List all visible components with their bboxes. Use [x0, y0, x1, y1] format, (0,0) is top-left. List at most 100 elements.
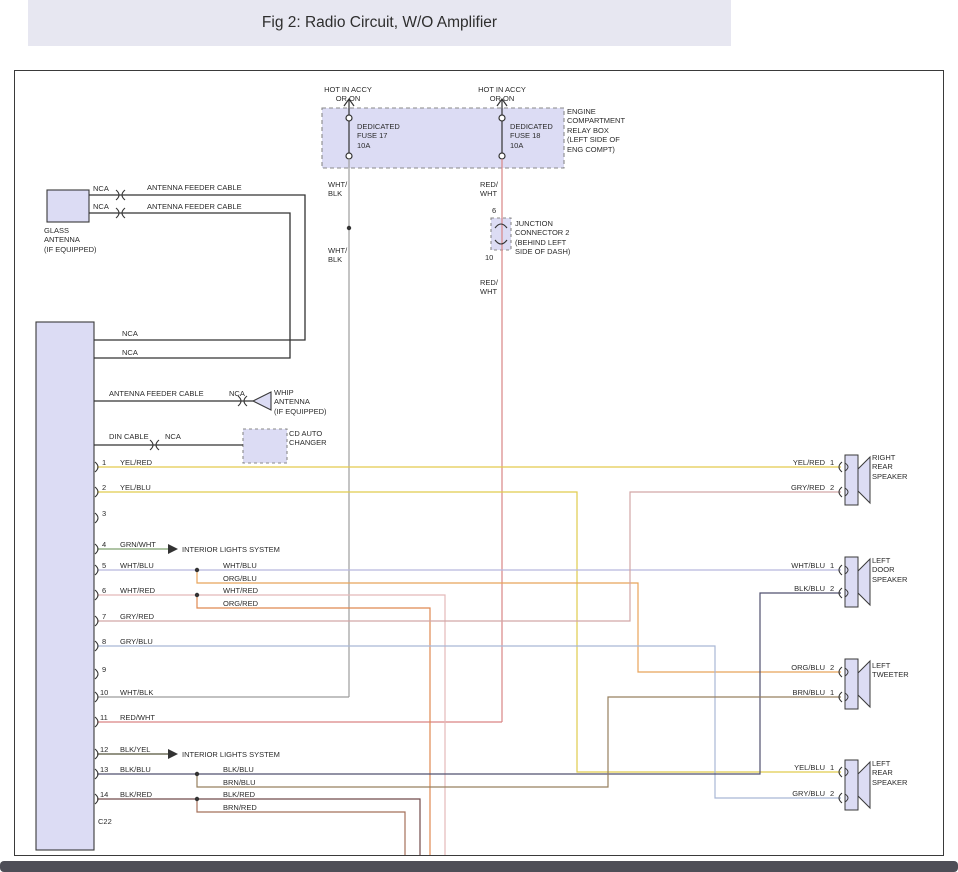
- right-rear-speaker-label: RIGHT REAR SPEAKER: [872, 453, 907, 481]
- pin-number-8: 8: [102, 637, 106, 646]
- pin-wire-10: WHT/BLK: [120, 688, 153, 697]
- glass-antenna-box: [47, 190, 89, 222]
- radio-box: [36, 322, 94, 850]
- right-rear-speaker-symbol: [845, 455, 870, 505]
- pin-number-14: 14: [100, 790, 108, 799]
- cd-auto-changer-box: [243, 429, 287, 463]
- hot-in-accy-left-label: HOT IN ACCY OR ON: [320, 85, 376, 104]
- pin-wire-7: GRY/RED: [120, 612, 154, 621]
- pin-number-2: 2: [102, 483, 106, 492]
- door-speaker-pin-1: 1: [830, 561, 834, 570]
- nca-din-label: NCA: [165, 432, 181, 441]
- pin-number-12: 12: [100, 745, 108, 754]
- pin-number-13: 13: [100, 765, 108, 774]
- door-speaker-wire-2: BLK/BLU: [779, 584, 825, 593]
- relay-box-label: ENGINE COMPARTMENT RELAY BOX (LEFT SIDE …: [567, 107, 625, 154]
- tweeter-wire-2: BRN/BLU: [779, 688, 825, 697]
- pin-wire-12: BLK/YEL: [120, 745, 150, 754]
- antenna-feeder-2-label: ANTENNA FEEDER CABLE: [147, 202, 242, 211]
- left-door-speaker-label: LEFT DOOR SPEAKER: [872, 556, 907, 584]
- wht-blk-upper-label: WHT/ BLK: [328, 180, 347, 199]
- pin-wire-4: GRN/WHT: [120, 540, 156, 549]
- tweeter-pin-1: 2: [830, 663, 834, 672]
- pin-5-splice-wire-2: ORG/BLU: [223, 574, 257, 583]
- pin-number-7: 7: [102, 612, 106, 621]
- left-tweeter-symbol: [845, 659, 870, 709]
- pin-6-splice-wire-2: ORG/RED: [223, 599, 258, 608]
- nca-whip-label: NCA: [229, 389, 245, 398]
- wire-org-red: [197, 595, 430, 855]
- pin-14-splice-wire-2: BRN/RED: [223, 803, 257, 812]
- wire-yel-blu: [97, 492, 841, 772]
- whip-antenna-symbol: [253, 392, 271, 410]
- pin-number-3: 3: [102, 509, 106, 518]
- interior-lights-note-2: INTERIOR LIGHTS SYSTEM: [182, 750, 280, 759]
- rr-speaker-pin-1: 1: [830, 458, 834, 467]
- junction-dot-wht-blk: [347, 226, 351, 230]
- lr-speaker-pin-2: 2: [830, 789, 834, 798]
- fuse-18-label: DEDICATED FUSE 18 10A: [510, 122, 553, 150]
- lr-speaker-wire-1: YEL/BLU: [779, 763, 825, 772]
- red-wht-upper-label: RED/ WHT: [480, 180, 498, 199]
- hot-in-accy-right-label: HOT IN ACCY OR ON: [474, 85, 530, 104]
- wire-wht-red: [97, 595, 445, 855]
- pin-13-splice-wire-1: BLK/BLU: [223, 765, 254, 774]
- inline-connector-symbols: [116, 190, 247, 450]
- junction-pin-10: 10: [485, 253, 493, 262]
- nca-glass-1-label: NCA: [93, 184, 109, 193]
- nca-glass-2-label: NCA: [93, 202, 109, 211]
- pin-number-11: 11: [100, 713, 108, 722]
- door-speaker-pin-2: 2: [830, 584, 834, 593]
- wht-blk-lower-label: WHT/ BLK: [328, 246, 347, 265]
- interior-lights-note-1: INTERIOR LIGHTS SYSTEM: [182, 545, 280, 554]
- antenna-feeder-3-label: ANTENNA FEEDER CABLE: [109, 389, 204, 398]
- lr-speaker-wire-2: GRY/BLU: [779, 789, 825, 798]
- pin-number-6: 6: [102, 586, 106, 595]
- pin-5-splice-wire-1: WHT/BLU: [223, 561, 257, 570]
- pin-wire-6: WHT/RED: [120, 586, 155, 595]
- pin-number-9: 9: [102, 665, 106, 674]
- speaker-pin-connectors: [839, 462, 842, 803]
- din-cable-label: DIN CABLE: [109, 432, 149, 441]
- arrow-interior-lights-1: [168, 544, 178, 554]
- arrow-interior-lights-2: [168, 749, 178, 759]
- radio-connector-id: C22: [98, 817, 112, 826]
- pin-wire-1: YEL/RED: [120, 458, 152, 467]
- pin-number-5: 5: [102, 561, 106, 570]
- wire-gry-red: [97, 492, 841, 621]
- antenna-feeder-1-label: ANTENNA FEEDER CABLE: [147, 183, 242, 192]
- left-tweeter-label: LEFT TWEETER: [872, 661, 909, 680]
- glass-antenna-feeder-2: [89, 213, 290, 358]
- pin-wire-8: GRY/BLU: [120, 637, 153, 646]
- pin-wire-11: RED/WHT: [120, 713, 155, 722]
- door-speaker-wire-1: WHT/BLU: [779, 561, 825, 570]
- glass-antenna-label: GLASS ANTENNA (IF EQUIPPED): [44, 226, 97, 254]
- nca-radio-2-label: NCA: [122, 348, 138, 357]
- wire-blk-blu: [97, 593, 841, 774]
- junction-connector-box: [491, 218, 511, 250]
- tweeter-wire-1: ORG/BLU: [779, 663, 825, 672]
- nca-radio-1-label: NCA: [122, 329, 138, 338]
- cd-auto-changer-label: CD AUTO CHANGER: [289, 429, 327, 448]
- tweeter-pin-2: 1: [830, 688, 834, 697]
- left-rear-speaker-symbol: [845, 760, 870, 810]
- left-rear-speaker-label: LEFT REAR SPEAKER: [872, 759, 907, 787]
- pin-number-1: 1: [102, 458, 106, 467]
- junction-connector-label: JUNCTION CONNECTOR 2 (BEHIND LEFT SIDE O…: [515, 219, 570, 257]
- pin-13-splice-wire-2: BRN/BLU: [223, 778, 256, 787]
- radio-circuit-diagram-page: { "title": "Fig 2: Radio Circuit, W/O Am…: [0, 0, 958, 872]
- pin-6-splice-wire-1: WHT/RED: [223, 586, 258, 595]
- rr-speaker-wire-1: YEL/RED: [779, 458, 825, 467]
- pin-wire-5: WHT/BLU: [120, 561, 154, 570]
- pin-wire-14: BLK/RED: [120, 790, 152, 799]
- pin-number-4: 4: [102, 540, 106, 549]
- lr-speaker-pin-1: 1: [830, 763, 834, 772]
- rr-speaker-wire-2: GRY/RED: [779, 483, 825, 492]
- rr-speaker-pin-2: 2: [830, 483, 834, 492]
- antenna-cables: [89, 195, 305, 445]
- pin-number-10: 10: [100, 688, 108, 697]
- left-door-speaker-symbol: [845, 557, 870, 607]
- whip-antenna-label: WHIP ANTENNA (IF EQUIPPED): [274, 388, 327, 416]
- bottom-scrollbar[interactable]: [0, 861, 958, 872]
- fuse-17-label: DEDICATED FUSE 17 10A: [357, 122, 400, 150]
